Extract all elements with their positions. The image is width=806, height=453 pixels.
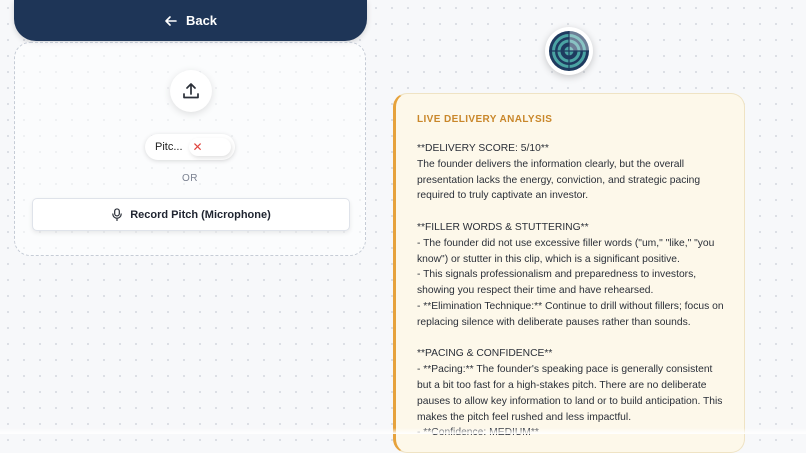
analysis-body: **DELIVERY SCORE: 5/10** The founder del… [417,143,724,438]
upload-button[interactable] [170,70,212,112]
remove-file-button[interactable]: ✕ [188,138,231,156]
close-icon: ✕ [192,140,203,154]
arrow-left-icon [165,15,177,26]
upload-icon [183,83,199,99]
back-button-label: Back [185,13,218,28]
live-delivery-analysis-card: LIVE DELIVERY ANALYSIS **DELIVERY SCORE:… [393,93,745,453]
microphone-icon [112,208,123,221]
or-divider: OR [182,173,198,184]
selected-file-chip: Pitc... ✕ [145,134,235,160]
radar-logo-icon [545,27,593,75]
back-button[interactable]: Back [14,0,367,41]
file-name: Pitc... [155,141,183,153]
bottom-fade [0,428,806,434]
record-pitch-label: Record Pitch (Microphone) [130,208,271,221]
analysis-title: LIVE DELIVERY ANALYSIS [417,114,553,125]
upload-panel: Pitc... ✕ OR Record Pitch (Microphone) [14,42,366,256]
record-pitch-button[interactable]: Record Pitch (Microphone) [32,198,350,231]
